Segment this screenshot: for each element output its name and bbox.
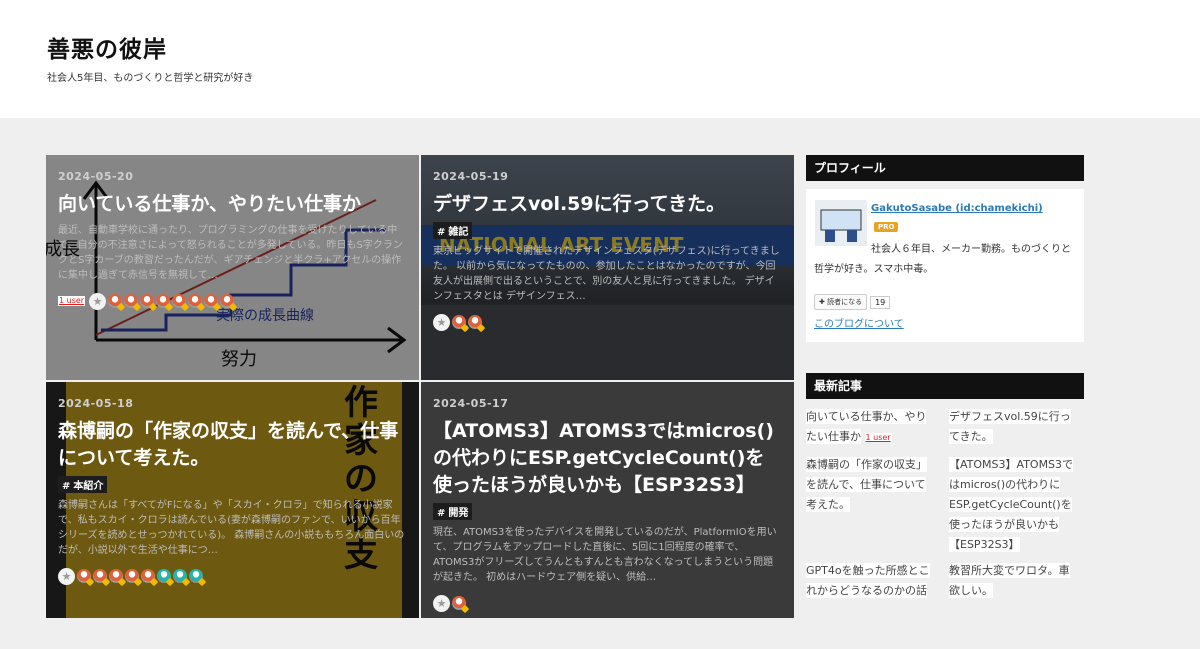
star-avatar-icon[interactable] <box>188 294 203 308</box>
add-star-icon[interactable]: ★ <box>433 313 450 331</box>
entry-title[interactable]: 森博嗣の「作家の収支」を読んで、仕事について考えた。 <box>58 418 407 472</box>
star-avatar-icon[interactable] <box>125 569 139 583</box>
star-avatar-icon[interactable] <box>140 294 155 308</box>
entry-grid: 成長 実際の成長曲線 努力 2024-05-20 向いている仕事か、やりたい仕事… <box>46 155 794 618</box>
entry-excerpt: 森博嗣さんは「すべてがFになる」や「スカイ・クロラ」で知られる小説家で、私もスカ… <box>58 500 405 556</box>
entry-card[interactable]: 成長 実際の成長曲線 努力 2024-05-20 向いている仕事か、やりたい仕事… <box>46 155 419 380</box>
recent-item[interactable]: デザフェスvol.59に行ってきた。 <box>949 407 1079 447</box>
bookmark-users-link[interactable]: 1 user <box>864 433 892 442</box>
star-avatar-icon[interactable] <box>220 294 235 308</box>
entry-date: 2024-05-20 <box>58 170 134 183</box>
recent-item-title[interactable]: 【ATOMS3】ATOMS3ではmicros()の代わりにESP.getCycl… <box>949 457 1074 552</box>
profile-heading: プロフィール <box>806 155 1084 181</box>
star-avatar-icon[interactable] <box>141 569 155 583</box>
pro-badge: PRO <box>874 222 899 232</box>
blog-title[interactable]: 善悪の彼岸 <box>47 30 167 64</box>
subscribe-label: 読者になる <box>827 298 863 306</box>
recent-item[interactable]: 【ATOMS3】ATOMS3ではmicros()の代わりにESP.getCycl… <box>949 455 1079 555</box>
star-row: ★ <box>58 566 407 586</box>
star-avatar-icon[interactable] <box>173 569 187 583</box>
reader-widget: ✚ 読者になる 19 <box>814 294 891 310</box>
profile-name-link[interactable]: GakutoSasabe (id:chamekichi) <box>871 203 1043 214</box>
category-tag[interactable]: # 開発 <box>433 503 473 520</box>
star-row: ★ <box>433 312 782 332</box>
star-avatar-icon[interactable] <box>156 294 171 308</box>
star-avatar-icon[interactable] <box>189 569 203 583</box>
star-avatar-icon[interactable] <box>93 569 107 583</box>
category-tag[interactable]: # 雑記 <box>433 222 473 239</box>
add-star-icon[interactable]: ★ <box>89 292 107 310</box>
recent-heading: 最新記事 <box>806 373 1084 399</box>
recent-entries-module: 最新記事 向いている仕事か、やりたい仕事か 1 user デザフェスvol.59… <box>806 373 1084 649</box>
entry-title[interactable]: 【ATOMS3】ATOMS3ではmicros()の代わりにESP.getCycl… <box>433 418 782 499</box>
site-header: 善悪の彼岸 社会人5年目、ものづくりと哲学と研究が好き <box>0 0 1200 118</box>
entry-title[interactable]: デザフェスvol.59に行ってきた。 <box>433 191 782 218</box>
category-label: 開発 <box>448 508 469 519</box>
category-label: 雑記 <box>448 227 469 238</box>
star-avatar-icon[interactable] <box>108 294 123 308</box>
entry-card[interactable]: NATIONAL ART EVENT 2024-05-19 デザフェスvol.5… <box>421 155 794 380</box>
entry-title[interactable]: 向いている仕事か、やりたい仕事か <box>58 191 407 218</box>
category-label: 本紹介 <box>73 481 104 492</box>
add-star-icon[interactable]: ★ <box>433 594 450 612</box>
recent-item[interactable]: GPT4oを触った所感とこれからどうなるのかの話 <box>806 561 936 601</box>
bookmark-users-link[interactable]: 1 user <box>58 296 86 306</box>
entry-date: 2024-05-17 <box>433 397 509 410</box>
star-row: ★ <box>433 593 782 613</box>
recent-list: 向いている仕事か、やりたい仕事か 1 user デザフェスvol.59に行ってき… <box>806 399 1084 649</box>
star-avatar-icon[interactable] <box>77 569 91 583</box>
star-avatar-icon[interactable] <box>204 294 219 308</box>
star-avatar-icon[interactable] <box>468 315 482 329</box>
profile-intro: 社会人６年目、メーカー勤務。ものづくりと哲学が好き。スマホ中毒。 <box>814 244 1071 275</box>
entry-date: 2024-05-18 <box>58 397 134 410</box>
category-tag[interactable]: # 本紹介 <box>58 476 108 493</box>
star-avatar-icon[interactable] <box>452 315 466 329</box>
recent-item-title[interactable]: デザフェスvol.59に行ってきた。 <box>949 409 1071 444</box>
star-avatar-icon[interactable] <box>109 569 123 583</box>
entry-excerpt: 東京ビッグサイトで開催されたデザインフェスタ(デザフェス)に行ってきました。 以… <box>433 246 780 302</box>
plus-icon: ✚ <box>819 298 828 306</box>
star-avatar-icon[interactable] <box>172 294 187 308</box>
recent-item-title[interactable]: GPT4oを触った所感とこれからどうなるのかの話 <box>806 563 930 598</box>
entry-card[interactable]: 2024-05-17 【ATOMS3】ATOMS3ではmicros()の代わりに… <box>421 382 794 618</box>
entry-date: 2024-05-19 <box>433 170 509 183</box>
about-blog-link[interactable]: このブログについて <box>814 315 904 330</box>
sidebar: プロフィール GakutoSasabe (id:chamekichi) PRO … <box>806 155 1084 598</box>
recent-item-title[interactable]: 教習所大変でワロタ。車欲しい。 <box>949 563 1070 598</box>
recent-item[interactable]: 教習所大変でワロタ。車欲しい。 <box>949 561 1079 601</box>
star-avatar-icon[interactable] <box>124 294 139 308</box>
star-row: 1 user ★ <box>58 291 407 311</box>
entry-excerpt: 現在、ATOMS3を使ったデバイスを開発しているのだが、PlatformIOを用… <box>433 527 777 583</box>
recent-item[interactable]: 向いている仕事か、やりたい仕事か 1 user <box>806 407 936 447</box>
recent-item[interactable]: 森博嗣の「作家の収支」を読んで、仕事について考えた。 <box>806 455 936 515</box>
add-star-icon[interactable]: ★ <box>58 567 75 585</box>
reader-count: 19 <box>870 295 891 309</box>
star-avatar-icon[interactable] <box>157 569 171 583</box>
recent-item-title[interactable]: 森博嗣の「作家の収支」を読んで、仕事について考えた。 <box>806 457 927 512</box>
star-avatar-icon[interactable] <box>452 596 466 610</box>
entry-excerpt: 最近、自動車学校に通ったり、プログラミングの仕事を受けたりしている中で、自分の不… <box>58 225 403 281</box>
subscribe-button[interactable]: ✚ 読者になる <box>814 294 868 310</box>
blog-description: 社会人5年目、ものづくりと哲学と研究が好き <box>47 73 254 84</box>
entry-card[interactable]: 作家の収支 2024-05-18 森博嗣の「作家の収支」を読んで、仕事について考… <box>46 382 419 618</box>
